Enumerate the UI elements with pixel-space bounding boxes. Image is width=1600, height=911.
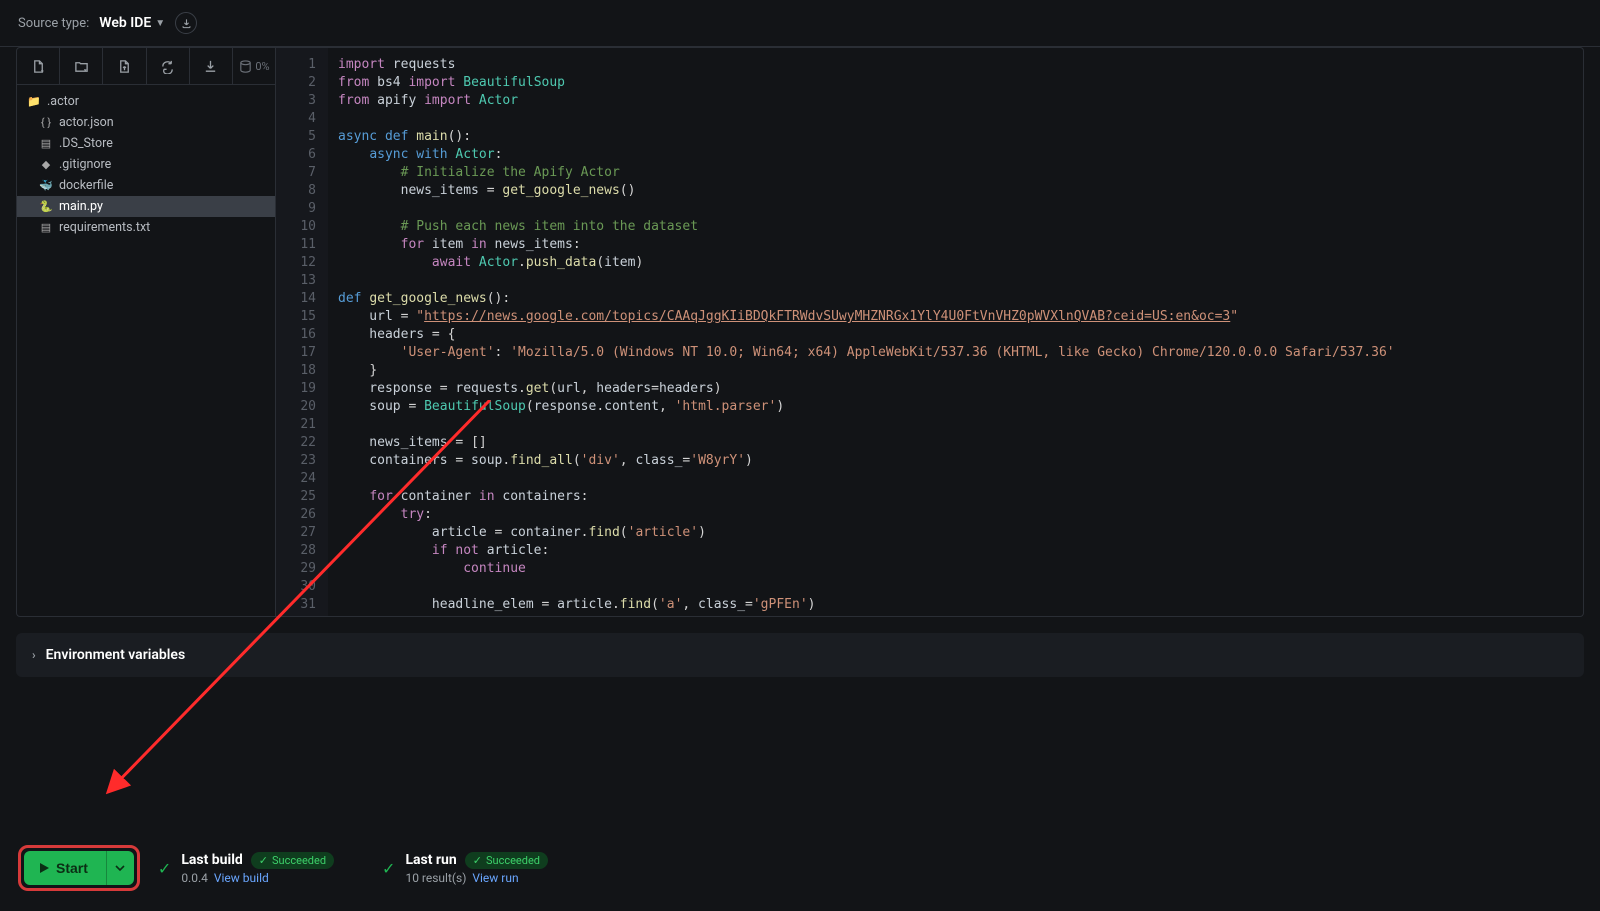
main-area: 0% 📁 .actor { } actor.json ▤ .DS_Store ◆ .gitig…	[0, 47, 1600, 617]
code-line: for container in containers:	[338, 488, 1583, 506]
check-icon: ✓	[259, 854, 268, 867]
code-line: await Actor.push_data(item)	[338, 254, 1583, 272]
last-run-group: ✓ Last run ✓ Succeeded 10 result(s) View…	[382, 852, 548, 885]
download-all-button[interactable]	[190, 48, 233, 84]
check-icon: ✓	[382, 859, 395, 878]
last-build-group: ✓ Last build ✓ Succeeded 0.0.4 View buil…	[158, 852, 334, 885]
source-type-selector[interactable]: Web IDE ▼	[99, 15, 165, 31]
code-line: }	[338, 362, 1583, 380]
code-line: news_items = []	[338, 434, 1583, 452]
top-bar: Source type: Web IDE ▼	[0, 0, 1600, 47]
file-name: actor.json	[59, 115, 114, 130]
code-line: def get_google_news():	[338, 290, 1583, 308]
code-line	[338, 200, 1583, 218]
run-status-badge: ✓ Succeeded	[465, 852, 548, 869]
storage-indicator: 0%	[233, 48, 275, 84]
sidebar-toolbar: 0%	[17, 48, 275, 85]
txt-icon: ▤	[39, 221, 53, 234]
file-tree-item[interactable]: 📁 .actor	[17, 91, 275, 112]
file-tree: 📁 .actor { } actor.json ▤ .DS_Store ◆ .gitignor…	[17, 85, 275, 244]
chevron-down-icon	[115, 863, 125, 873]
check-icon: ✓	[158, 859, 171, 878]
code-line: for item in news_items:	[338, 236, 1583, 254]
new-folder-button[interactable]	[60, 48, 103, 84]
code-line: article = container.find('article')	[338, 524, 1583, 542]
code-content[interactable]: import requestsfrom bs4 import Beautiful…	[328, 48, 1583, 616]
code-line: import requests	[338, 56, 1583, 74]
code-line: headline_elem = article.find('a', class_…	[338, 596, 1583, 614]
file-name: .gitignore	[59, 157, 111, 172]
file-tree-item[interactable]: { } actor.json	[17, 112, 275, 133]
python-icon: 🐍	[39, 200, 53, 213]
play-icon	[38, 862, 50, 874]
code-line	[338, 416, 1583, 434]
docker-icon: 🐳	[39, 179, 53, 192]
chevron-down-icon: ▼	[155, 18, 165, 29]
build-version: 0.0.4	[181, 871, 208, 885]
file-sidebar: 0% 📁 .actor { } actor.json ▤ .DS_Store ◆ .gitig…	[16, 47, 276, 617]
code-line: # Push each news item into the dataset	[338, 218, 1583, 236]
start-highlight: Start	[18, 845, 140, 891]
code-line: async def main():	[338, 128, 1583, 146]
source-type-value: Web IDE	[99, 15, 151, 31]
download-button[interactable]	[175, 12, 197, 34]
file-tree-item[interactable]: 🐳 dockerfile	[17, 175, 275, 196]
code-line: headers = {	[338, 326, 1583, 344]
last-run-label: Last run	[405, 852, 456, 868]
view-build-link[interactable]: View build	[214, 871, 269, 885]
code-editor[interactable]: 1234567891011121314151617181920212223242…	[276, 47, 1584, 617]
file-name: .DS_Store	[59, 136, 113, 151]
source-type-label: Source type:	[18, 16, 89, 31]
last-build-label: Last build	[181, 852, 242, 868]
code-line: response = requests.get(url, headers=hea…	[338, 380, 1583, 398]
code-line: continue	[338, 560, 1583, 578]
code-line: 'User-Agent': 'Mozilla/5.0 (Windows NT 1…	[338, 344, 1583, 362]
code-line: try:	[338, 506, 1583, 524]
build-status-text: Succeeded	[272, 854, 326, 867]
code-line: from apify import Actor	[338, 92, 1583, 110]
start-button[interactable]: Start	[24, 851, 106, 885]
file-name: dockerfile	[59, 178, 113, 193]
code-line: news_items = get_google_news()	[338, 182, 1583, 200]
env-vars-title: Environment variables	[46, 647, 186, 663]
code-line	[338, 578, 1583, 596]
code-line	[338, 470, 1583, 488]
check-icon: ✓	[473, 854, 482, 867]
code-line: from bs4 import BeautifulSoup	[338, 74, 1583, 92]
json-icon: { }	[39, 116, 53, 129]
file-name: .actor	[47, 94, 79, 109]
code-line: url = "https://news.google.com/topics/CA…	[338, 308, 1583, 326]
folder-icon: 📁	[27, 95, 41, 108]
new-file-button[interactable]	[17, 48, 60, 84]
code-line	[338, 110, 1583, 128]
file-tree-item[interactable]: ▤ .DS_Store	[17, 133, 275, 154]
file-name: main.py	[59, 199, 103, 214]
file-tree-item[interactable]: ◆ .gitignore	[17, 154, 275, 175]
file-icon: ▤	[39, 137, 53, 150]
file-tree-item[interactable]: 🐍 main.py	[17, 196, 275, 217]
file-tree-item[interactable]: ▤ requirements.txt	[17, 217, 275, 238]
run-results: 10 result(s)	[405, 871, 466, 885]
start-label: Start	[56, 860, 88, 876]
env-vars-section[interactable]: › Environment variables	[16, 633, 1584, 677]
code-line: containers = soup.find_all('div', class_…	[338, 452, 1583, 470]
file-name: requirements.txt	[59, 220, 150, 235]
git-icon: ◆	[39, 158, 53, 171]
line-gutter: 1234567891011121314151617181920212223242…	[276, 48, 328, 616]
code-line: # Initialize the Apify Actor	[338, 164, 1583, 182]
view-run-link[interactable]: View run	[472, 871, 518, 885]
chevron-right-icon: ›	[32, 648, 36, 662]
run-status-text: Succeeded	[486, 854, 540, 867]
storage-pct: 0%	[255, 60, 269, 73]
start-dropdown-button[interactable]	[106, 851, 134, 885]
code-line: async with Actor:	[338, 146, 1583, 164]
bottom-bar: Start ✓ Last build ✓ Succeeded 0.0.4 Vie…	[0, 831, 1600, 911]
upload-file-button[interactable]	[103, 48, 146, 84]
refresh-button[interactable]	[147, 48, 190, 84]
code-line: if not article:	[338, 542, 1583, 560]
code-line: soup = BeautifulSoup(response.content, '…	[338, 398, 1583, 416]
code-line	[338, 272, 1583, 290]
build-status-badge: ✓ Succeeded	[251, 852, 334, 869]
